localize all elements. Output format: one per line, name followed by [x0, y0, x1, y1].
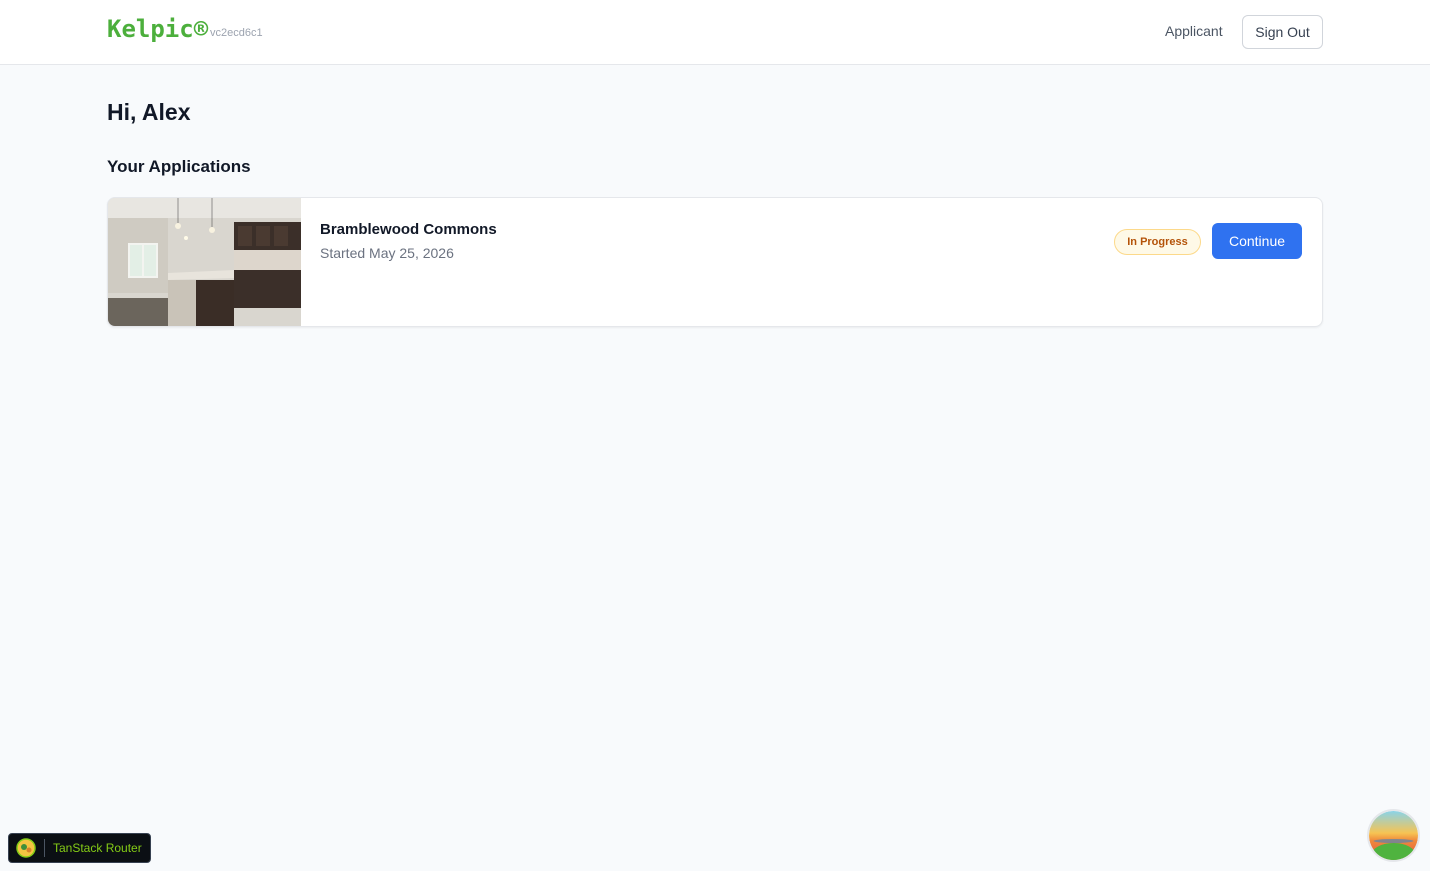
property-photo [108, 198, 301, 326]
applications-section-title: Your Applications [107, 157, 251, 176]
continue-button[interactable]: Continue [1212, 223, 1302, 259]
router-label: TanStack Router [53, 841, 142, 855]
brand-logo[interactable]: Kelpic® [107, 15, 208, 43]
started-date: Started May 25, 2026 [320, 245, 454, 261]
divider [44, 839, 45, 857]
tanstack-logo-icon [16, 838, 36, 858]
user-role-label: Applicant [1165, 23, 1223, 39]
property-name: Bramblewood Commons [320, 221, 497, 238]
query-devtools-icon[interactable] [1369, 811, 1418, 860]
top-nav: Kelpic® vc2ecd6c1 Applicant Sign Out [0, 0, 1430, 65]
tanstack-router-devtools-button[interactable]: TanStack Router [8, 833, 151, 863]
version-label: vc2ecd6c1 [210, 27, 263, 39]
greeting-heading: Hi, Alex [107, 99, 191, 125]
status-badge: In Progress [1114, 229, 1201, 255]
sign-out-button[interactable]: Sign Out [1242, 15, 1323, 49]
application-card: Bramblewood Commons Started May 25, 2026… [107, 197, 1323, 327]
